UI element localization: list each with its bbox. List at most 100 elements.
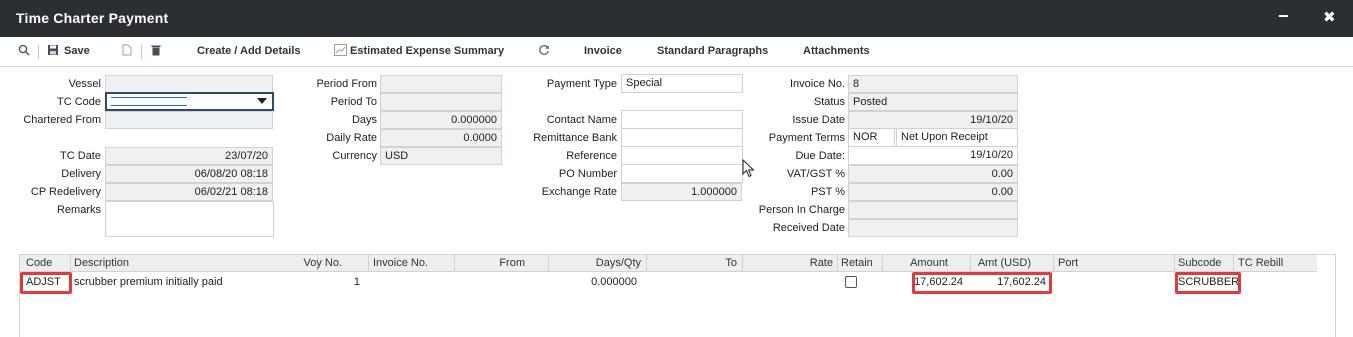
- estimated-expense-summary-button[interactable]: Estimated Expense Summary: [350, 45, 504, 57]
- cell-days-qty: 0.000000: [591, 276, 637, 288]
- currency-field[interactable]: USD: [380, 147, 502, 165]
- column-divider: [646, 255, 647, 272]
- person-in-charge-field[interactable]: [848, 201, 1018, 219]
- details-grid: Code Description Voy No. Invoice No. Fro…: [19, 254, 1336, 337]
- cell-description: scrubber premium initially paid: [74, 276, 223, 288]
- column-header-amount[interactable]: Amount: [910, 257, 948, 269]
- payment-terms-field[interactable]: Net Upon Receipt: [896, 128, 1018, 147]
- attachments-button[interactable]: Attachments: [803, 45, 870, 57]
- status-field[interactable]: Posted: [848, 93, 1018, 111]
- due-date-label: Due Date:: [795, 150, 845, 162]
- contact-name-label: Contact Name: [546, 114, 617, 126]
- cp-redelivery-label: CP Redelivery: [30, 186, 101, 198]
- invoice-button[interactable]: Invoice: [584, 45, 622, 57]
- payment-type-label: Payment Type: [546, 78, 617, 90]
- column-header-rate[interactable]: Rate: [810, 257, 833, 269]
- code-highlight: [20, 272, 72, 294]
- person-in-charge-label: Person In Charge: [758, 204, 845, 216]
- vat-gst-label: VAT/GST %: [786, 168, 845, 180]
- invoice-no-field[interactable]: 8: [848, 75, 1018, 93]
- save-button[interactable]: Save: [64, 45, 90, 57]
- tc-code-dropdown[interactable]: [105, 92, 274, 111]
- tc-code-label: TC Code: [56, 96, 101, 108]
- vessel-field[interactable]: [105, 75, 273, 93]
- received-date-field[interactable]: [848, 219, 1018, 237]
- mouse-cursor-icon: [742, 159, 755, 178]
- remittance-bank-label: Remittance Bank: [533, 132, 617, 144]
- cp-redelivery-field[interactable]: 06/02/21 08:18: [105, 183, 273, 201]
- column-divider: [70, 255, 71, 272]
- issue-date-label: Issue Date: [792, 114, 845, 126]
- toolbar-divider: [141, 45, 142, 59]
- daily-rate-label: Daily Rate: [326, 132, 377, 144]
- column-divider: [1053, 255, 1054, 272]
- remarks-label: Remarks: [56, 204, 101, 216]
- period-from-field[interactable]: [380, 75, 502, 93]
- due-date-field[interactable]: 19/10/20: [848, 146, 1018, 165]
- column-header-from[interactable]: From: [499, 257, 525, 269]
- chart-icon[interactable]: [334, 44, 347, 59]
- minimize-button[interactable]: −: [1278, 6, 1289, 27]
- window-title: Time Charter Payment: [16, 10, 169, 26]
- period-to-label: Period To: [330, 96, 377, 108]
- vat-gst-field[interactable]: 0.00: [848, 165, 1018, 183]
- invoice-no-label: Invoice No.: [789, 78, 845, 90]
- daily-rate-field[interactable]: 0.0000: [380, 129, 502, 147]
- save-icon[interactable]: [47, 44, 59, 59]
- currency-label: Currency: [332, 150, 377, 162]
- create-add-details-button[interactable]: Create / Add Details: [197, 45, 301, 57]
- delivery-field[interactable]: 06/08/20 08:18: [105, 165, 273, 183]
- column-header-amt-usd[interactable]: Amt (USD): [978, 257, 1031, 269]
- tc-date-label: TC Date: [60, 150, 101, 162]
- column-header-to[interactable]: To: [725, 257, 737, 269]
- delivery-label: Delivery: [61, 168, 101, 180]
- trash-icon[interactable]: [151, 44, 161, 59]
- exchange-rate-label: Exchange Rate: [541, 186, 617, 198]
- chevron-down-icon[interactable]: [257, 98, 267, 104]
- column-header-retain[interactable]: Retain: [841, 257, 873, 269]
- tc-code-value: [111, 97, 187, 106]
- chartered-from-field[interactable]: [105, 111, 273, 129]
- column-header-invoice-no[interactable]: Invoice No.: [373, 257, 428, 269]
- cell-voy-no: 1: [353, 276, 360, 288]
- po-number-field[interactable]: [621, 164, 743, 183]
- column-header-port[interactable]: Port: [1058, 257, 1078, 269]
- status-label: Status: [813, 96, 845, 108]
- column-header-voy-no[interactable]: Voy No.: [303, 257, 342, 269]
- column-header-description[interactable]: Description: [74, 257, 129, 269]
- toolbar: Save Create / Add Details Estimated Expe…: [0, 37, 1353, 67]
- po-number-label: PO Number: [558, 168, 617, 180]
- period-to-field[interactable]: [380, 93, 502, 111]
- column-divider: [837, 255, 838, 272]
- contact-name-field[interactable]: [621, 110, 743, 129]
- chartered-from-label: Chartered From: [23, 114, 101, 126]
- close-button[interactable]: ✖: [1323, 8, 1336, 26]
- remittance-bank-field[interactable]: [621, 128, 743, 147]
- column-divider: [970, 255, 971, 272]
- received-date-label: Received Date: [772, 222, 845, 234]
- column-header-tc-rebill[interactable]: TC Rebill: [1238, 257, 1283, 269]
- reference-field[interactable]: [621, 146, 743, 165]
- reference-label: Reference: [566, 150, 617, 162]
- column-divider: [1233, 255, 1234, 272]
- subcode-highlight: [1175, 272, 1241, 294]
- issue-date-field[interactable]: 19/10/20: [848, 111, 1018, 129]
- payment-terms-code-field[interactable]: NOR: [848, 128, 895, 147]
- standard-paragraphs-button[interactable]: Standard Paragraphs: [657, 45, 768, 57]
- column-divider: [1174, 255, 1175, 272]
- payment-type-field[interactable]: Special: [621, 74, 743, 93]
- exchange-rate-field[interactable]: 1.000000: [621, 183, 742, 201]
- days-field[interactable]: 0.000000: [380, 111, 502, 129]
- grid-header: Code Description Voy No. Invoice No. Fro…: [20, 255, 1317, 272]
- column-header-days-qty[interactable]: Days/Qty: [596, 257, 641, 269]
- document-icon[interactable]: [122, 44, 132, 59]
- tc-date-field[interactable]: 23/07/20: [105, 147, 273, 165]
- retain-checkbox[interactable]: [845, 276, 857, 288]
- column-header-subcode[interactable]: Subcode: [1178, 257, 1221, 269]
- column-header-code[interactable]: Code: [26, 257, 52, 269]
- search-icon[interactable]: [18, 44, 30, 59]
- remarks-textarea[interactable]: [105, 201, 274, 237]
- refresh-icon[interactable]: [538, 44, 550, 59]
- pst-field[interactable]: 0.00: [848, 183, 1018, 201]
- column-divider: [454, 255, 455, 272]
